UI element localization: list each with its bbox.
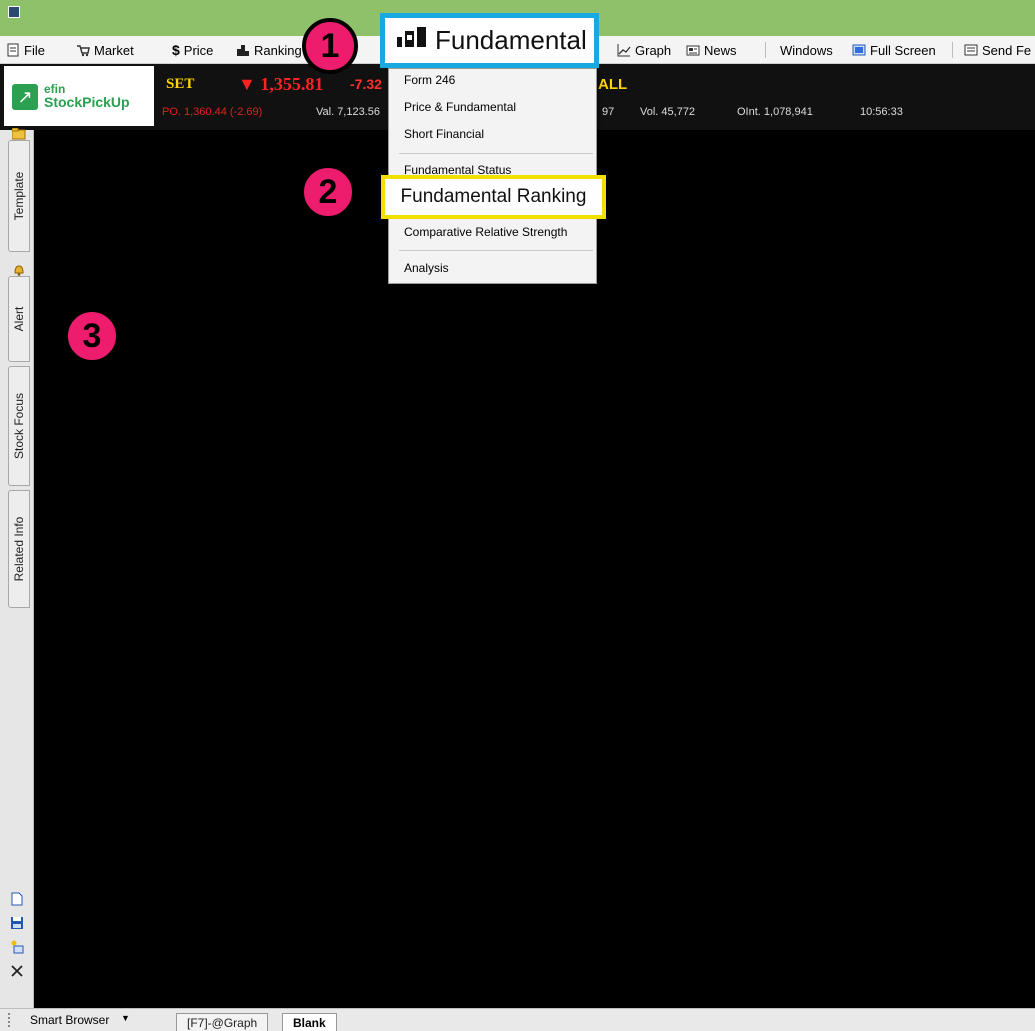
efin-logo: ↗ efin StockPickUp [4,66,154,126]
news-icon [686,43,700,57]
menu-item-comparative-relative-strength[interactable]: Comparative Relative Strength [404,225,567,239]
callout-badge-3: 3 [64,308,120,364]
clock-time: 10:56:33 [860,106,903,118]
alert-bell-icon [12,263,26,276]
menu-windows-label: Windows [780,42,833,58]
bottom-bar: Smart Browser ▼ [F7]-@Graph Blank [0,1008,1035,1031]
menu-windows[interactable]: Windows [780,41,833,59]
menu-news-label: News [704,42,737,58]
menu-price-label: Price [183,42,214,58]
board-name: ALL [598,76,628,93]
tab-alert-label: Alert [12,306,26,332]
menu-file[interactable]: File [6,41,45,59]
ranking-icon [236,43,250,57]
dollar-icon: $ [172,42,180,58]
open-interest: OInt. 1,078,941 [737,106,813,118]
menu-separator [765,42,766,58]
menu-item-short-financial[interactable]: Short Financial [404,127,484,141]
menu-fundamental[interactable]: Fundamental [380,13,599,68]
new-document-icon[interactable] [10,892,24,906]
app-icon [8,6,20,18]
tab-stock-focus[interactable]: Stock Focus [8,366,30,486]
tab-blank[interactable]: Blank [282,1013,337,1031]
menu-ranking[interactable]: Ranking [236,41,302,59]
menu-separator [399,250,593,251]
menu-fundamental-label: Fundamental [435,25,587,55]
menu-separator [952,42,953,58]
chevron-down-icon[interactable]: ▼ [121,1013,130,1023]
app-window: File Market $ Price Ranking Graph News W… [0,0,1035,1031]
send-feedback-icon [964,43,978,57]
menu-item-fundamental-ranking[interactable]: Fundamental Ranking [381,175,606,219]
market-icon [76,43,90,57]
save-icon[interactable] [10,916,24,930]
index-change: -7.32 [350,76,382,92]
menu-item-form-246[interactable]: Form 246 [404,73,455,87]
menu-graph[interactable]: Graph [617,41,671,59]
volume: Vol. 45,772 [640,106,696,118]
index-value: ▼ 1,355.81 [238,74,324,94]
menu-full-screen-label: Full Screen [870,42,936,58]
tab-template-label: Template [12,171,26,221]
menu-send-feedback-label: Send Fe [982,42,1032,58]
trade-value: Val. 7,123.56 [316,106,381,118]
tab-stock-focus-label: Stock Focus [12,392,26,460]
prev-close: PO. 1,360.44 (-2.69) [162,106,263,118]
open-icon[interactable] [10,940,24,954]
menu-market[interactable]: Market [76,41,134,59]
tab-template[interactable]: Template [8,127,30,252]
market-name: SET [166,76,195,92]
menu-separator [399,153,593,154]
menu-news[interactable]: News [686,41,737,59]
callout-badge-2: 2 [300,164,356,220]
tab-alert[interactable]: Alert [8,265,30,362]
menu-price[interactable]: $ Price [172,41,213,59]
menu-ranking-label: Ranking [254,42,302,58]
smart-browser-dropdown[interactable]: Smart Browser [30,1013,109,1027]
fundamental-icon [397,27,427,54]
menu-item-fundamental-ranking-label: Fundamental Ranking [400,186,587,207]
menu-file-label: File [24,42,45,58]
logo-arrow-icon: ↗ [12,84,38,110]
menu-graph-label: Graph [635,42,672,58]
folder-icon [11,127,26,140]
close-icon[interactable] [10,964,24,978]
menu-full-screen[interactable]: Full Screen [852,41,936,59]
tab-related-info[interactable]: Related Info [8,490,30,608]
graph-icon [617,43,631,57]
menu-item-analysis[interactable]: Analysis [404,261,449,275]
tab-related-info-label: Related Info [12,516,26,582]
left-tab-strip: Template Alert Stock Focus Related Info [0,127,34,1008]
fullscreen-icon [852,43,866,57]
logo-main-text: StockPickUp [44,94,130,110]
tab-graph[interactable]: [F7]-@Graph [176,1013,269,1031]
callout-badge-1: 1 [302,18,358,74]
menu-market-label: Market [94,42,134,58]
menu-item-price-fundamental[interactable]: Price & Fundamental [404,100,516,114]
menu-send-feedback[interactable]: Send Fe [964,41,1031,59]
toolbar-grip [8,1013,10,1027]
file-icon [6,43,20,57]
trade-value-tail: 97 [602,106,615,118]
